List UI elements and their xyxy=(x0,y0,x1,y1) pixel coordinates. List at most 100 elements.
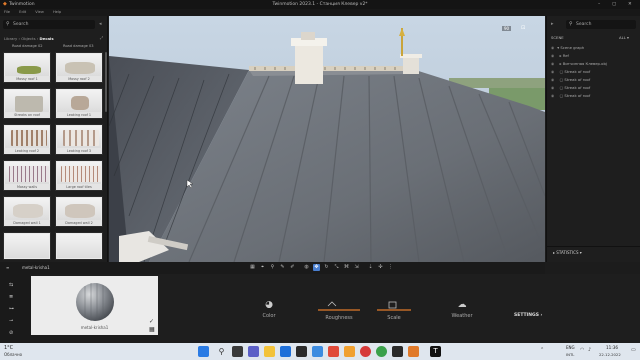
transform-icon[interactable]: ✣ xyxy=(377,264,384,271)
menu-icon[interactable]: ≡ xyxy=(6,262,9,274)
adjust-icon[interactable]: ⊶ xyxy=(9,306,14,312)
clock-date: 22.12.2022 xyxy=(599,352,621,357)
tray-chevron-icon[interactable]: ⌃ xyxy=(540,347,544,353)
taskbar: 1°C Облачно ⚲ T ⌃ ENG INTL ◠ ♪ 11:36 22.… xyxy=(0,343,640,360)
material-preview[interactable]: metal-krisha1 ✓ ▦ xyxy=(31,276,158,335)
breadcrumb-library[interactable]: Library xyxy=(4,36,17,41)
scene-tab[interactable]: SCENE xyxy=(551,35,564,40)
teams-icon[interactable] xyxy=(248,346,259,357)
library-item[interactable]: Leaking roof 3 xyxy=(55,124,103,155)
app-icon-dark[interactable] xyxy=(392,346,403,357)
menu-edit[interactable]: Edit xyxy=(19,10,26,14)
check-icon[interactable]: ✓ xyxy=(149,318,154,325)
section-label-right: Road damage 03 xyxy=(63,44,94,48)
explorer-icon[interactable] xyxy=(264,346,275,357)
scene-row[interactable]: ◉ ▸ Ref xyxy=(551,53,569,58)
eye-icon: ◉ xyxy=(551,53,555,58)
camera-icon[interactable]: ⊡ xyxy=(521,25,525,31)
search-icon[interactable]: ⚲ xyxy=(216,346,227,357)
window-title: Twinmotion 2023.1 - Станция Клевер v2* xyxy=(272,2,368,7)
scene-filter-dropdown[interactable]: ALL ▾ xyxy=(619,35,629,40)
scene-row[interactable]: ◉ ▢ Streak of roof xyxy=(551,77,590,82)
app-icon-orange-2[interactable] xyxy=(408,346,419,357)
collapse-panel-icon[interactable]: ◂ xyxy=(99,21,102,27)
library-item[interactable]: Leaking roof 2 xyxy=(3,124,51,155)
task-view-icon[interactable] xyxy=(232,346,243,357)
speaker-icon[interactable]: ♪ xyxy=(588,347,591,353)
collapse-right-icon[interactable]: ▸ xyxy=(551,21,554,27)
library-item[interactable]: Streaks on roof xyxy=(3,88,51,119)
eye-icon: ◉ xyxy=(551,85,555,90)
library-item[interactable]: Leaking roof 1 xyxy=(55,88,103,119)
app-icon-orange[interactable] xyxy=(344,346,355,357)
opera-icon[interactable] xyxy=(360,346,371,357)
list-icon[interactable]: ⇆ xyxy=(9,282,13,288)
scene-search-input[interactable]: ⚲ Search xyxy=(566,20,636,29)
clock-time[interactable]: 11:36 xyxy=(606,345,618,350)
zoom-readout: 90 xyxy=(502,26,512,31)
weather-desc: Облачно xyxy=(4,352,23,357)
library-item[interactable]: Damaged wall 2 xyxy=(55,196,103,227)
drop-icon[interactable]: ⇣ xyxy=(367,264,374,271)
menu-help[interactable]: Help xyxy=(53,10,61,14)
snap-icon[interactable]: ⌘ xyxy=(343,264,350,271)
breadcrumb-objects[interactable]: Objects xyxy=(21,36,35,41)
edge-icon[interactable] xyxy=(280,346,291,357)
library-scrollbar[interactable] xyxy=(105,52,107,112)
scene-row[interactable]: ◉ ▾ Scene graph xyxy=(551,45,584,50)
library-item[interactable]: Mossy roof 1 xyxy=(3,52,51,83)
library-search-input[interactable]: ⚲ Search xyxy=(3,20,95,29)
scale-tool-icon[interactable]: ⤡ xyxy=(333,264,340,271)
rotate-icon[interactable]: ↻ xyxy=(323,264,330,271)
scene-row[interactable]: ◉ ▸ Витчинная Клевер.obj xyxy=(551,61,607,66)
scale-property[interactable]: Scale xyxy=(374,300,414,321)
select-icon[interactable]: ⌖ xyxy=(259,264,266,271)
library-item[interactable] xyxy=(55,232,103,260)
grid-icon[interactable]: ▦ xyxy=(149,326,155,333)
move-icon[interactable]: ✥ xyxy=(313,264,320,271)
library-item[interactable]: Damaged wall 1 xyxy=(3,196,51,227)
library-item[interactable]: Mossy walls xyxy=(3,160,51,191)
scene-row[interactable]: ◉ ▢ Streak of roof xyxy=(551,85,590,90)
scene-row[interactable]: ◉ ▢ Streak of roof xyxy=(551,69,590,74)
paint-icon[interactable]: ✐ xyxy=(289,264,296,271)
3d-viewport[interactable]: 90 ⊡ xyxy=(109,16,545,262)
weather-temp[interactable]: 1°C xyxy=(4,345,13,351)
app-icon-red[interactable] xyxy=(328,346,339,357)
viewport-toolbar: ▦ ⌖ ⚲ ✎ ✐ ◍ ✥ ↻ ⤡ ⌘ ⇲ ⇣ ✣ ⋮ xyxy=(109,262,545,274)
search-icon[interactable]: ⚲ xyxy=(269,264,276,271)
material-icon[interactable]: ◍ xyxy=(303,264,310,271)
wifi-icon[interactable]: ◠ xyxy=(580,347,584,353)
statistics-section[interactable]: ▸ STATISTICS ▾ xyxy=(547,246,640,258)
color-property[interactable]: ◕ Color xyxy=(254,300,284,319)
more-icon[interactable]: ⋮ xyxy=(387,264,394,271)
brush-icon[interactable]: ✎ xyxy=(279,264,286,271)
twinmotion-taskbar-icon[interactable]: T xyxy=(430,346,441,357)
store-icon[interactable] xyxy=(296,346,307,357)
expand-icon[interactable]: ⤢ xyxy=(100,35,103,40)
clear-icon[interactable]: ⊘ xyxy=(9,330,13,336)
layers-icon[interactable]: ≣ xyxy=(9,294,13,300)
color-icon: ◕ xyxy=(265,300,273,310)
align-icon[interactable]: ⇲ xyxy=(353,264,360,271)
mail-icon[interactable] xyxy=(312,346,323,357)
close-icon[interactable]: ✕ xyxy=(628,0,632,9)
language-indicator[interactable]: ENG xyxy=(566,345,575,350)
minimize-icon[interactable]: – xyxy=(598,0,600,9)
library-item[interactable]: Mossy roof 2 xyxy=(55,52,103,83)
start-icon[interactable] xyxy=(198,346,209,357)
library-panel: ⚲ Search ◂ Library › Objects › Decals ⤢ … xyxy=(0,16,108,262)
menu-view[interactable]: View xyxy=(35,10,44,14)
grid-icon[interactable]: ▦ xyxy=(249,264,256,271)
scene-row[interactable]: ◉ ▢ Streak of roof xyxy=(551,93,590,98)
library-item[interactable]: Large roof tiles xyxy=(55,160,103,191)
roughness-property[interactable]: Roughness xyxy=(314,300,364,321)
chrome-icon[interactable] xyxy=(376,346,387,357)
library-item[interactable] xyxy=(3,232,51,260)
settings-button[interactable]: SETTINGS › xyxy=(514,313,542,318)
notifications-icon[interactable]: ▭ xyxy=(631,347,636,353)
weather-property[interactable]: ☁ Weather xyxy=(444,300,480,319)
menu-file[interactable]: File xyxy=(4,10,10,14)
maximize-icon[interactable]: ▢ xyxy=(612,0,616,9)
link-icon[interactable]: ⊸ xyxy=(9,318,13,324)
